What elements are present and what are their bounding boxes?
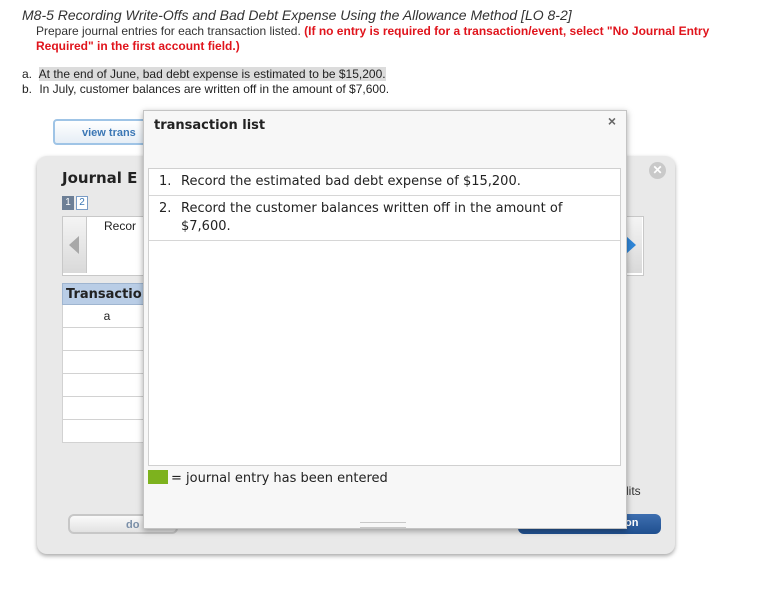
legend-text: = journal entry has been entered — [171, 471, 388, 486]
table-row[interactable] — [62, 351, 152, 374]
journal-entry-title: Journal E — [62, 169, 138, 187]
page-1[interactable]: 1 — [62, 196, 74, 210]
list-item[interactable]: 2. Record the customer balances written … — [149, 196, 620, 241]
transaction-list: 1. Record the estimated bad debt expense… — [148, 168, 621, 466]
record-text: Recor — [104, 219, 137, 233]
page-numbers: 12 — [62, 196, 90, 210]
item-text: In July, customer balances are written o… — [39, 82, 390, 96]
transaction-column-header: Transactio — [62, 283, 152, 305]
close-icon[interactable]: × — [608, 113, 616, 129]
problem-title: M8-5 Recording Write-Offs and Bad Debt E… — [22, 7, 572, 23]
item-text: Record the customer balances written off… — [181, 201, 563, 234]
item-b: b. In July, customer balances are writte… — [22, 82, 389, 97]
instructions: Prepare journal entries for each transac… — [36, 24, 716, 54]
modal-title: transaction list — [154, 118, 266, 133]
close-icon[interactable]: ✕ — [649, 162, 666, 179]
table-row[interactable] — [62, 328, 152, 351]
credits-label: lits — [626, 484, 641, 498]
item-number: 1. — [159, 174, 172, 189]
previous-arrow-icon[interactable] — [63, 217, 87, 273]
transaction-list-modal: transaction list × 1. Record the estimat… — [143, 110, 627, 529]
page-2[interactable]: 2 — [76, 196, 88, 210]
item-label: a. — [22, 67, 33, 81]
item-label: b. — [22, 82, 33, 96]
item-text: At the end of June, bad debt expense is … — [38, 67, 386, 81]
table-row[interactable] — [62, 397, 152, 420]
table-row[interactable] — [62, 374, 152, 397]
list-item[interactable]: 1. Record the estimated bad debt expense… — [149, 169, 620, 196]
entered-swatch — [148, 470, 168, 484]
item-a: a. At the end of June, bad debt expense … — [22, 67, 389, 82]
item-text: Record the estimated bad debt expense of… — [181, 174, 521, 189]
resize-grip-icon[interactable] — [360, 522, 406, 528]
transaction-items: a. At the end of June, bad debt expense … — [22, 67, 389, 97]
legend: = journal entry has been entered — [148, 470, 388, 486]
instruction-text: Prepare journal entries for each transac… — [36, 24, 301, 38]
item-number: 2. — [159, 201, 172, 216]
table-row[interactable]: a — [62, 305, 152, 328]
table-row[interactable] — [62, 420, 152, 443]
